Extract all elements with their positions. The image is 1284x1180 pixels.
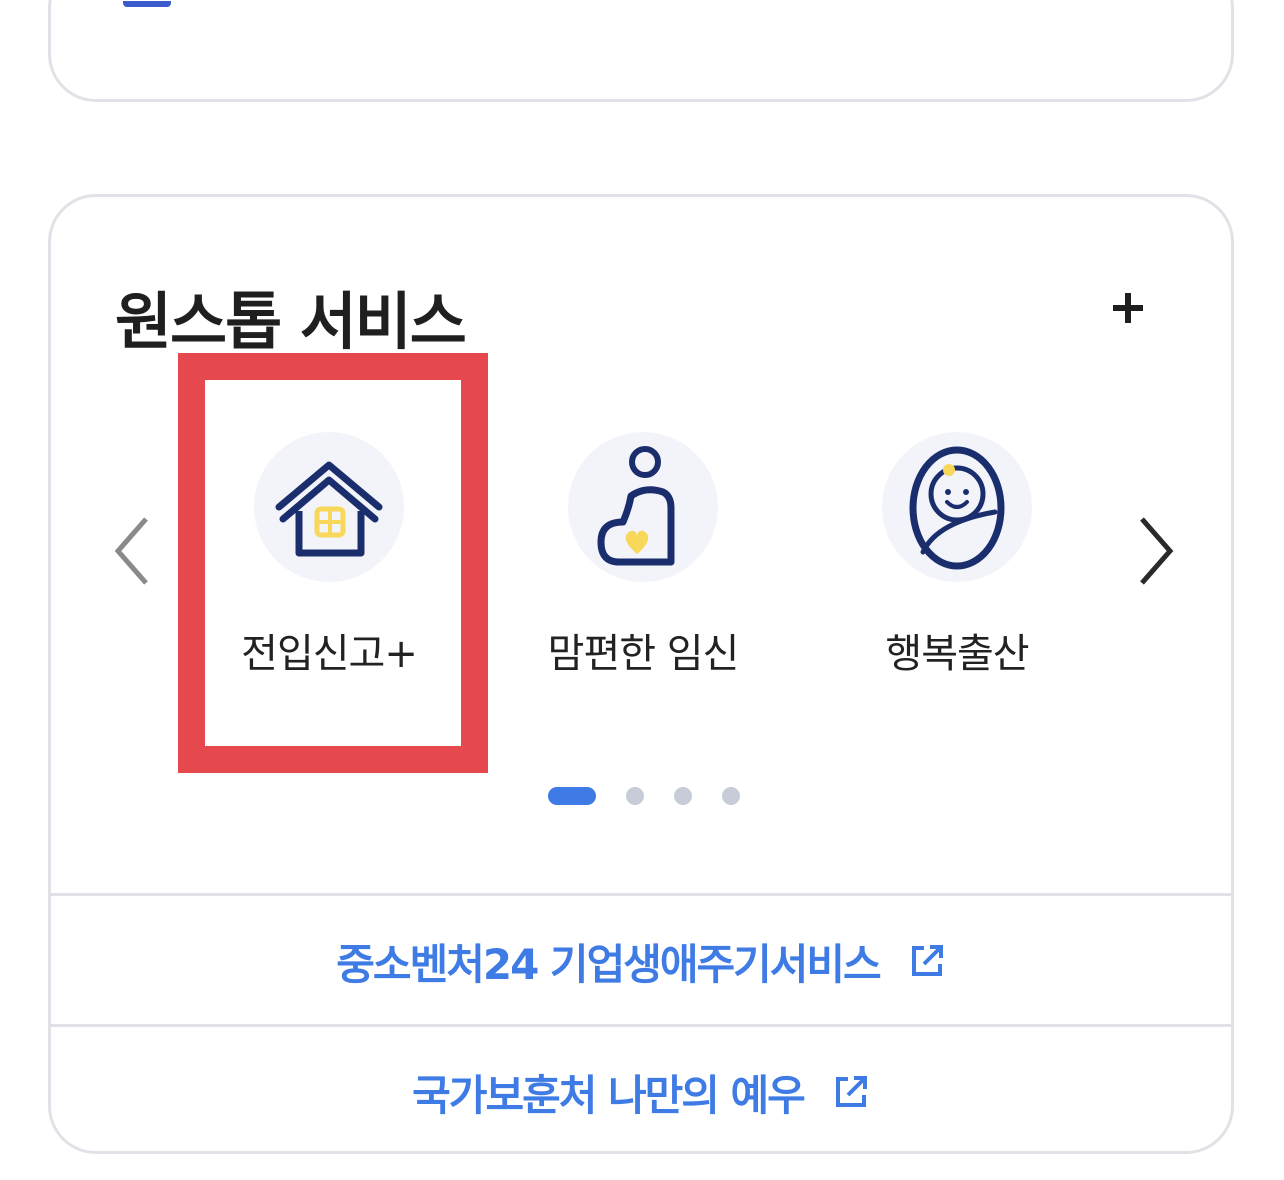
baby-icon [882, 432, 1032, 582]
link-sme-venture24[interactable]: 중소벤처24 기업생애주기서비스 [51, 897, 1231, 1025]
carousel-prev-button[interactable] [105, 513, 159, 589]
service-item-childbirth[interactable]: 행복출산 [807, 429, 1107, 689]
house-icon [254, 432, 404, 582]
divider [51, 1024, 1231, 1027]
plus-icon [1113, 293, 1143, 323]
service-label: 맘편한 임신 [547, 631, 740, 677]
chevron-right-icon [1140, 517, 1174, 585]
link-label: 국가보훈처 나만의 예우 [412, 1070, 806, 1120]
link-label: 중소벤처24 기업생애주기서비스 [336, 939, 881, 989]
pagination-dot-active[interactable] [548, 787, 596, 805]
external-link-icon [832, 1073, 870, 1111]
pregnancy-icon [568, 432, 718, 582]
pagination-dot[interactable] [674, 787, 692, 805]
carousel-pagination [548, 787, 740, 805]
more-button[interactable] [1101, 281, 1155, 335]
pagination-dot[interactable] [626, 787, 644, 805]
link-veterans-affairs[interactable]: 국가보훈처 나만의 예우 [51, 1028, 1231, 1151]
service-item-move-in-report[interactable]: 전입신고+ [179, 429, 479, 689]
service-label: 행복출산 [885, 631, 1029, 677]
service-item-pregnancy[interactable]: 맘편한 임신 [493, 429, 793, 689]
onestop-service-card: 원스톱 서비스 전입신고+ 맘편한 임신 행복출산 중소벤처24 기업생애주기서… [48, 194, 1234, 1154]
section-title: 원스톱 서비스 [115, 285, 467, 358]
chevron-left-icon [114, 517, 148, 585]
previous-card-element [123, 1, 171, 7]
previous-card [48, 0, 1234, 102]
pagination-dot[interactable] [722, 787, 740, 805]
divider [51, 893, 1231, 896]
carousel-next-button[interactable] [1129, 513, 1183, 589]
service-label: 전입신고+ [241, 631, 418, 677]
external-link-icon [908, 942, 946, 980]
